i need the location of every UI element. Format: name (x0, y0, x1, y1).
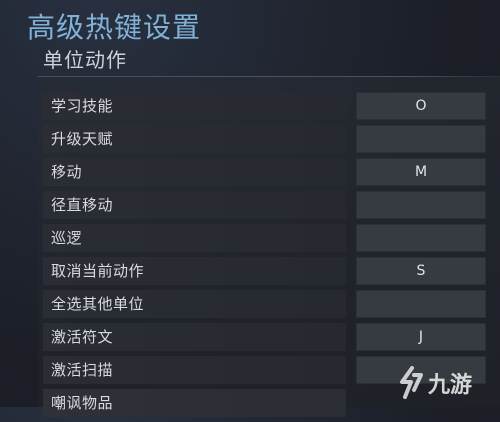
hotkey-row-patrol: 巡逻 (43, 224, 493, 252)
section-title: 单位动作 (43, 48, 127, 72)
hotkey-binding-button[interactable]: M (356, 158, 486, 186)
hotkey-binding-button[interactable]: O (356, 92, 486, 120)
logo-mark-icon (400, 366, 423, 399)
hotkey-row-select-other-units: 全选其他单位 (43, 290, 493, 318)
hotkey-binding-button[interactable] (356, 224, 486, 252)
page-title: 高级热键设置 (27, 11, 202, 44)
action-label: 全选其他单位 (43, 290, 346, 318)
action-label: 激活符文 (43, 323, 346, 351)
section-divider (38, 76, 500, 77)
watermark-logo: 九游 (400, 366, 472, 399)
hotkey-row-upgrade-talent: 升级天赋 (43, 125, 493, 153)
hotkey-row-move: 移动 M (43, 158, 493, 186)
hotkey-row-direct-move: 径直移动 (43, 191, 493, 219)
action-label: 学习技能 (43, 92, 346, 120)
hotkey-binding-button[interactable]: S (356, 257, 486, 285)
hotkey-binding-button[interactable] (356, 191, 486, 219)
action-label: 升级天赋 (43, 125, 346, 153)
action-label: 激活扫描 (43, 356, 346, 384)
hotkey-row-activate-rune: 激活符文 J (43, 323, 493, 351)
action-label: 取消当前动作 (43, 257, 346, 285)
action-label: 嘲讽物品 (43, 389, 346, 417)
action-label: 径直移动 (43, 191, 346, 219)
hotkey-row-cancel-action: 取消当前动作 S (43, 257, 493, 285)
hotkey-row-learn-skill: 学习技能 O (43, 92, 493, 120)
hotkey-binding-button[interactable] (356, 125, 486, 153)
hotkey-binding-button[interactable]: J (356, 323, 486, 351)
action-label: 巡逻 (43, 224, 346, 252)
hotkey-binding-button[interactable] (356, 290, 486, 318)
watermark-text: 九游 (427, 372, 472, 398)
action-label: 移动 (43, 158, 346, 186)
